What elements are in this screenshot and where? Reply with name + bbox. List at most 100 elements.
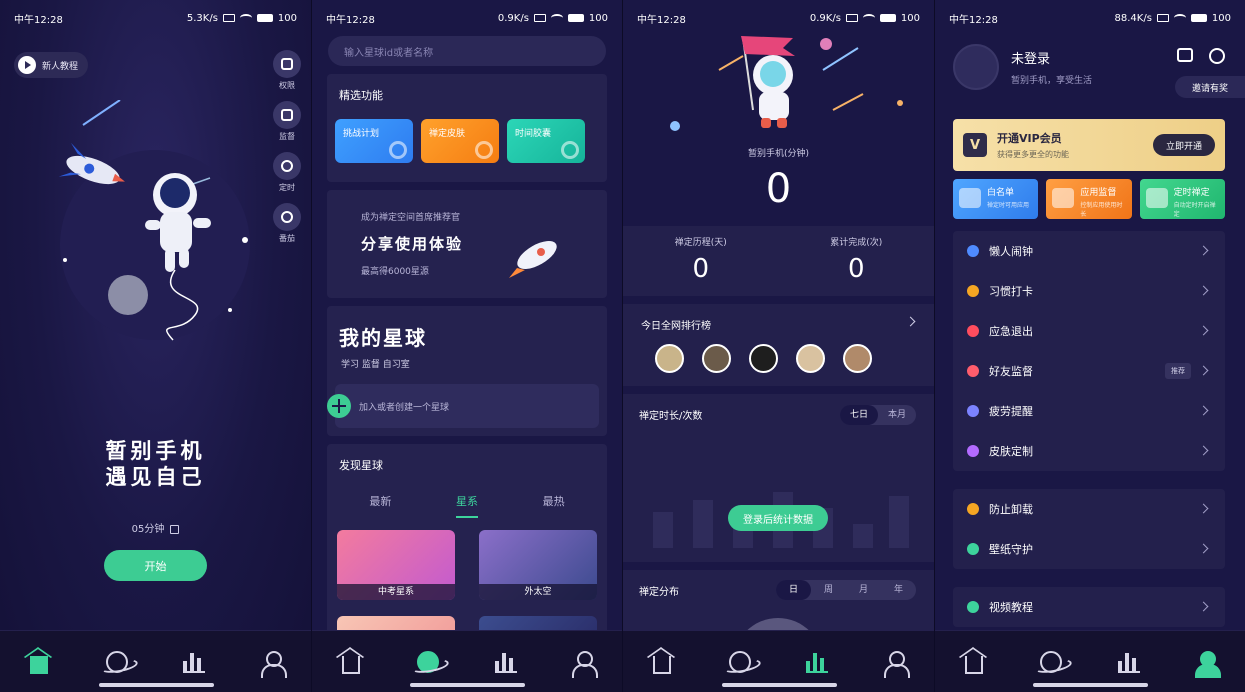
range-day[interactable]: 日 (775, 580, 811, 600)
user-icon (261, 650, 288, 678)
search-input[interactable]: 输入星球id或者名称 (328, 36, 606, 66)
tutorial-button[interactable]: 新人教程 (14, 52, 89, 78)
battery-level: 100 (1211, 12, 1231, 24)
phone-away-value: 0 (765, 166, 792, 212)
share-banner[interactable]: 成为禅定空间首席推荐官 分享使用体验 最高得6000星源 (327, 190, 607, 298)
bottom-nav (935, 630, 1245, 692)
menu-item-skin[interactable]: 皮肤定制 (953, 431, 1225, 471)
feature-challenge[interactable]: 挑战计划 (335, 119, 413, 163)
whitelist-tile[interactable]: 白名单 禅定时可用应用 (953, 179, 1039, 219)
tool-permission[interactable]: 权限 (273, 50, 301, 91)
avatar[interactable] (749, 344, 778, 373)
bottom-nav (312, 630, 622, 692)
nav-profile[interactable] (875, 642, 915, 682)
nav-home[interactable] (331, 642, 371, 682)
home-indicator (98, 683, 214, 687)
screen-profile: 中午12:28 88.4K/s 100 未登录 暂别手机，享受生活 邀请有奖 V (935, 0, 1245, 692)
nav-home[interactable] (19, 642, 59, 682)
ranking-title: 今日全网排行榜 (641, 321, 711, 332)
nav-planet[interactable] (720, 642, 760, 682)
wifi-icon (239, 14, 252, 22)
menu-item-habit[interactable]: 习惯打卡 (953, 271, 1225, 311)
tab-hot[interactable]: 最热 (543, 493, 565, 518)
feature-capsule[interactable]: 时间胶囊 (507, 119, 585, 163)
menu-item-fatigue[interactable]: 疲劳提醒 (953, 391, 1225, 431)
nav-profile[interactable] (1186, 642, 1226, 682)
wifi-icon (1173, 14, 1186, 22)
duration-setting[interactable]: 05分钟 (0, 520, 311, 535)
nav-stats[interactable] (1109, 642, 1149, 682)
home-icon (964, 655, 983, 674)
settings-icon[interactable] (1209, 48, 1225, 64)
location-icon (967, 285, 979, 297)
battery-level: 100 (588, 12, 608, 24)
menu-item-friend[interactable]: 好友监督 推荐 (953, 351, 1225, 391)
rocket-icon (509, 241, 557, 278)
lock-icon (967, 503, 979, 515)
nav-profile[interactable] (563, 642, 603, 682)
start-button[interactable]: 开始 (104, 550, 207, 581)
nav-planet[interactable] (408, 642, 448, 682)
app-supervise-tile[interactable]: 应用监督 控制应用使用时长 (1046, 179, 1132, 219)
capsule-icon (561, 141, 579, 159)
avatar[interactable] (796, 344, 825, 373)
nav-stats[interactable] (797, 642, 837, 682)
nav-planet[interactable] (97, 642, 137, 682)
invite-button[interactable]: 邀请有奖 (1175, 76, 1245, 98)
nav-stats[interactable] (174, 642, 214, 682)
bar-chart-icon (806, 651, 829, 673)
duration-chart-card: 禅定时长/次数 七日 本月 登录后统计数据 (623, 394, 934, 562)
nav-home[interactable] (642, 642, 682, 682)
scheduled-focus-tile[interactable]: 定时禅定 自动定时开启禅定 (1139, 179, 1225, 219)
duration-value: 05分钟 (131, 524, 165, 535)
gallery-item[interactable]: 外太空 (479, 530, 597, 600)
vip-open-button[interactable]: 立即开通 (1153, 134, 1215, 156)
menu-item-emergency[interactable]: 应急退出 (953, 311, 1225, 351)
tool-label: 权限 (279, 81, 295, 90)
home-icon (652, 655, 671, 674)
message-icon[interactable] (1177, 48, 1193, 62)
nav-home[interactable] (954, 642, 994, 682)
feature-skin[interactable]: 禅定皮肤 (421, 119, 499, 163)
share-invite: 成为禅定空间首席推荐官 (361, 213, 461, 223)
avatar[interactable] (953, 44, 999, 90)
menu-item-wallpaper[interactable]: 壁纸守护 (953, 529, 1225, 569)
slogan-line-2: 遇见自己 (105, 465, 206, 489)
tool-timer[interactable]: 定时 (273, 152, 301, 193)
range-month[interactable]: 月 (846, 580, 881, 600)
battery-icon (1190, 14, 1207, 22)
range-week[interactable]: 七日 (839, 405, 878, 425)
nav-stats[interactable] (486, 642, 526, 682)
avatar[interactable] (843, 344, 872, 373)
gallery-item[interactable]: 中考星系 (337, 530, 455, 600)
tab-latest[interactable]: 最新 (369, 493, 391, 518)
join-label: 加入或者创建一个星球 (359, 402, 450, 413)
menu-item-video[interactable]: 视频教程 (953, 587, 1225, 627)
status-bar: 中午12:28 88.4K/s 100 (935, 0, 1245, 36)
tab-galaxy[interactable]: 星系 (455, 493, 478, 518)
tool-supervise[interactable]: 监督 (273, 101, 301, 142)
menu-item-alarm[interactable]: 懒人闹钟 (953, 231, 1225, 271)
range-week[interactable]: 周 (811, 580, 846, 600)
chevron-right-icon (1198, 405, 1209, 416)
nav-planet[interactable] (1031, 642, 1071, 682)
quick-tiles: 白名单 禅定时可用应用 应用监督 控制应用使用时长 定时禅定 自动定时开启禅定 (953, 179, 1225, 219)
clock-icon (1145, 188, 1168, 208)
range-month[interactable]: 本月 (878, 405, 916, 425)
stats-card: 禅定历程(天) 0 累计完成(次) 0 (623, 226, 934, 296)
profile-header[interactable]: 未登录 暂别手机，享受生活 (953, 44, 1092, 90)
battery-icon (879, 14, 896, 22)
sim-icon (845, 14, 858, 22)
join-planet-button[interactable]: 加入或者创建一个星球 (327, 384, 599, 428)
ranking-card[interactable]: 今日全网排行榜 (623, 304, 934, 386)
my-planet-card: 我的星球 学习 监督 自习室 加入或者创建一个星球 (327, 306, 607, 436)
phone-icon (273, 101, 301, 129)
avatar[interactable] (655, 344, 684, 373)
menu-item-uninstall[interactable]: 防止卸载 (953, 489, 1225, 529)
nav-profile[interactable] (252, 642, 292, 682)
range-year[interactable]: 年 (881, 580, 916, 600)
avatar[interactable] (702, 344, 731, 373)
tool-tomato[interactable]: 番茄 (273, 203, 301, 244)
chart-range-toggle: 七日 本月 (839, 405, 916, 425)
login-to-track-button[interactable]: 登录后统计数据 (728, 505, 828, 531)
